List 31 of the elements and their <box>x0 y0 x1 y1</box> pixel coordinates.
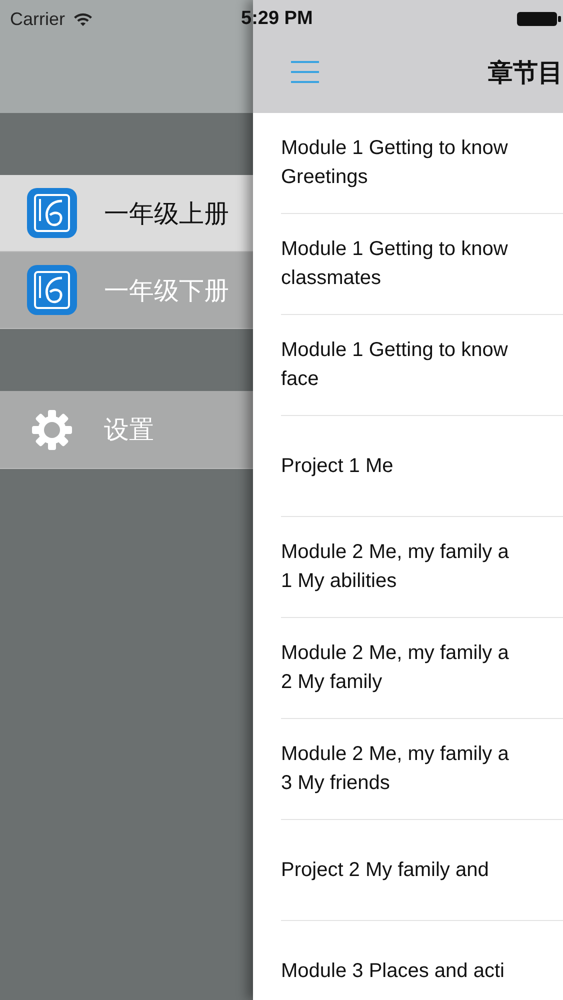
chapter-row[interactable]: Project 2 My family and <box>281 820 563 921</box>
chapter-title: Module 1 Getting to know Greetings <box>281 136 508 190</box>
chapter-title: Module 2 Me, my family a 2 My family <box>281 641 509 695</box>
chapter-row[interactable]: Project 1 Me <box>281 416 563 517</box>
book-item[interactable]: 一年级上册 <box>0 175 253 252</box>
gear-icon <box>30 408 74 452</box>
chapter-row[interactable]: Module 3 Places and acti <box>281 921 563 1000</box>
battery-icon <box>517 11 561 27</box>
settings-label: 设置 <box>104 414 154 446</box>
time-label: 5:29 PM <box>241 8 313 30</box>
book-icon <box>26 187 78 239</box>
book-label: 一年级下册 <box>104 274 229 306</box>
chapter-title: Module 1 Getting to know classmates <box>281 237 508 291</box>
nav-title: 章节目 <box>488 56 563 88</box>
wifi-icon <box>73 12 94 26</box>
chapter-title: Project 1 Me <box>281 454 394 478</box>
carrier-label: Carrier <box>10 8 66 30</box>
chapter-title: Project 2 My family and <box>281 858 489 882</box>
book-icon <box>26 264 78 316</box>
menu-icon[interactable] <box>290 60 320 84</box>
chapter-title: Module 3 Places and acti <box>281 958 504 984</box>
chapter-row[interactable]: Module 1 Getting to know Greetings <box>281 113 563 214</box>
chapter-row[interactable]: Module 1 Getting to know face <box>281 315 563 416</box>
chapter-row[interactable]: Module 1 Getting to know classmates <box>281 214 563 315</box>
chapter-row[interactable]: Module 2 Me, my family a 2 My family <box>281 618 563 719</box>
book-label: 一年级上册 <box>104 198 229 230</box>
chapter-row[interactable]: Module 2 Me, my family a 3 My friends <box>281 719 563 820</box>
chapter-title: Module 2 Me, my family a 3 My friends <box>281 742 509 796</box>
chapter-title: Module 1 Getting to know face <box>281 338 508 392</box>
chapter-title: Module 2 Me, my family a 1 My abilities <box>281 540 509 594</box>
chapter-row[interactable]: Module 2 Me, my family a 1 My abilities <box>281 517 563 618</box>
